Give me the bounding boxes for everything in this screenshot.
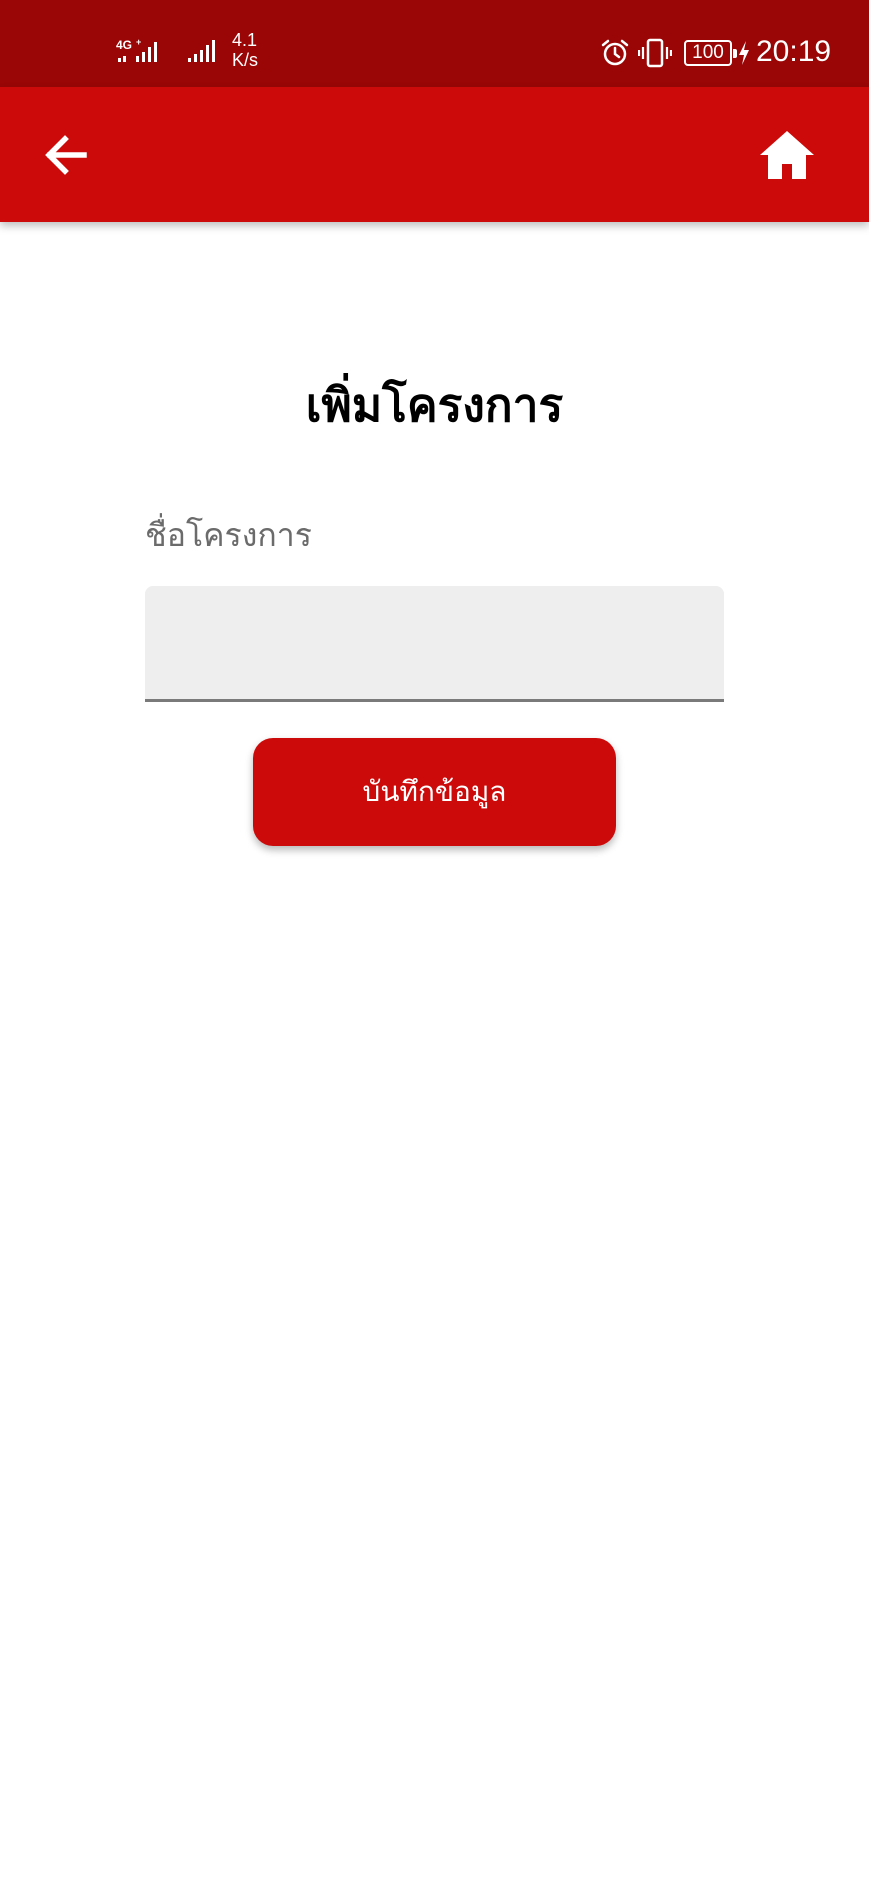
svg-text:+: + [136,37,141,47]
charging-icon [739,41,749,65]
status-bar: 4G + 4.1 K/s 100 20:19 [0,0,869,87]
page-title: เพิ่มโครงการ [305,378,564,432]
network-speed-value: 4.1 [232,30,258,50]
network-speed-unit: K/s [232,50,259,70]
project-name-label: ชื่อโครงการ [145,516,312,554]
battery-indicator: 100 [684,40,737,66]
mobile-signal-4g-icon: 4G + [116,37,157,62]
alarm-icon [601,39,629,66]
home-button[interactable] [756,125,818,185]
mobile-signal-icon [188,40,215,62]
project-name-input[interactable] [145,586,724,702]
save-button[interactable]: บันทึกข้อมูล [253,738,616,846]
back-button[interactable] [36,125,96,185]
status-time: 20:19 [756,35,832,68]
network-speed: 4.1 K/s [232,30,258,70]
svg-text:4G: 4G [116,38,132,52]
vibrate-icon [638,38,672,68]
app-bar [0,87,869,222]
arrow-left-icon [45,135,87,175]
home-icon [760,131,814,179]
